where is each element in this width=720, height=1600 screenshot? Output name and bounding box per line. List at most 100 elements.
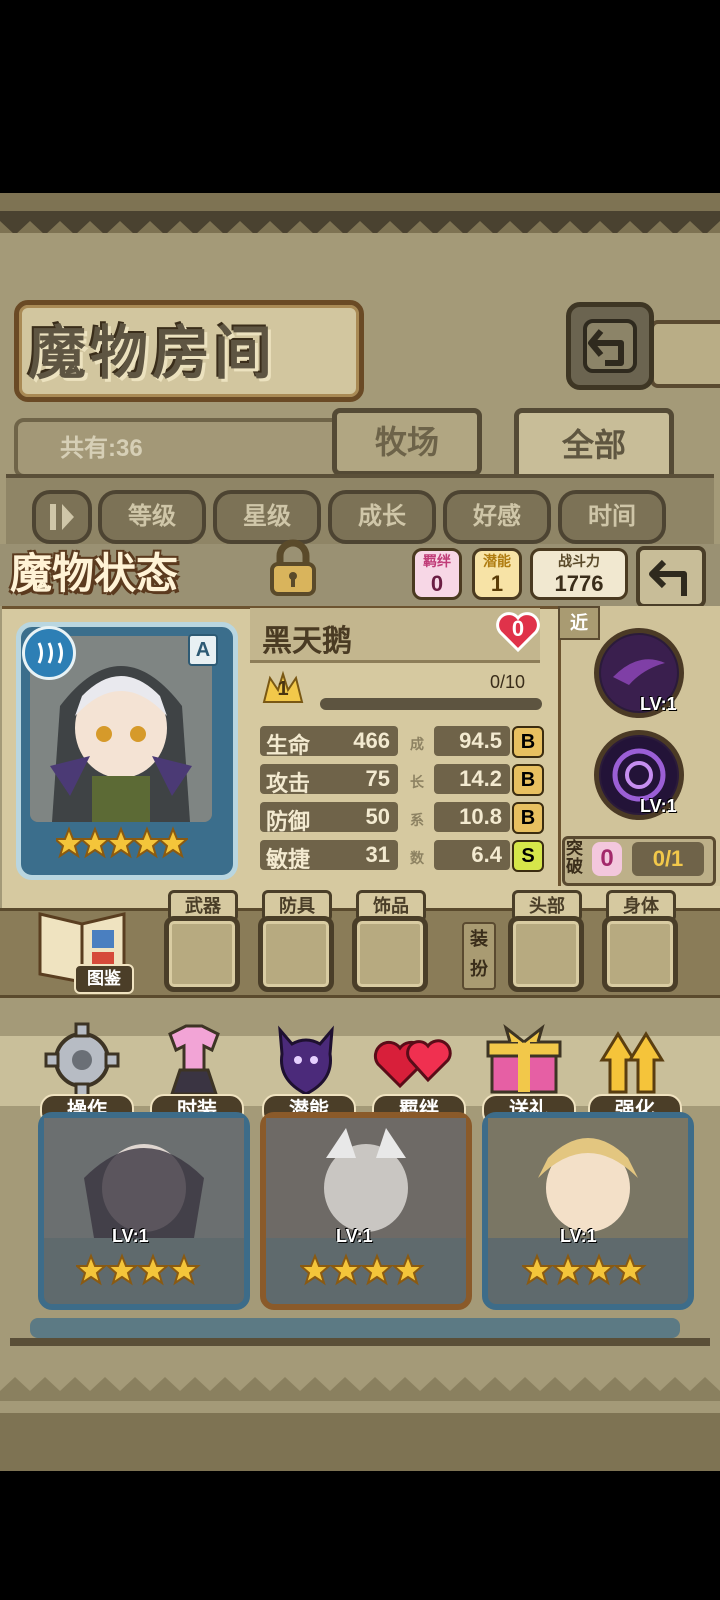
filter-level[interactable]: 等级 (98, 490, 206, 544)
status-back-button[interactable] (636, 546, 706, 608)
growth-def-value: 10.8 (459, 804, 502, 829)
monster-card-2-stars (300, 1253, 425, 1286)
monster-card-3-stars (522, 1253, 647, 1286)
star-icon (156, 826, 188, 859)
water-element-icon (37, 642, 63, 664)
body-slot[interactable] (602, 916, 678, 992)
monster-portrait (488, 1118, 688, 1238)
growth-agi-value: 6.4 (471, 842, 502, 867)
affection-heart: 0 (494, 608, 542, 654)
sort-order-button[interactable] (32, 490, 92, 544)
break-progress: 0/1 (632, 842, 704, 876)
potential-badge: 潜能 1 (472, 548, 522, 600)
status-banner: 魔物状态 (10, 549, 179, 598)
tab-all[interactable]: 全部 (514, 408, 674, 482)
outfit-icon (168, 1024, 220, 1096)
accessory-slot[interactable] (352, 916, 428, 992)
return-arrow-icon (649, 559, 687, 596)
growth-vertical-2: 长 (410, 774, 424, 790)
filter-affection[interactable]: 好感 (443, 490, 551, 544)
star-icon (551, 1253, 585, 1286)
potential-value: 1 (490, 571, 504, 596)
affection-value: 0 (511, 616, 525, 641)
stat-atk-value: 75 (365, 766, 390, 791)
filter-stars[interactable]: 星级 (213, 490, 321, 544)
sort-icon (50, 504, 74, 530)
return-arrow-icon (583, 319, 637, 373)
range-tag: 近 (558, 606, 600, 640)
stat-hp-value: 466 (353, 728, 390, 753)
encyclopedia-label: 图鉴 (74, 964, 134, 994)
star-icon (76, 1253, 108, 1286)
monster-star-rating (56, 826, 188, 859)
weapon-slot[interactable] (164, 916, 240, 992)
monster-name: 黑天鹅 (262, 624, 352, 659)
monster-card-2-level: LV:1 (336, 1226, 373, 1246)
power-value: 1776 (554, 571, 604, 596)
monster-count: 共有:36 (60, 435, 143, 462)
stat-def-value: 50 (365, 804, 390, 829)
star-icon (329, 1253, 363, 1286)
power-label: 战斗力 (558, 553, 600, 569)
growth-vertical-1: 成 (410, 736, 424, 752)
head-slot[interactable] (508, 916, 584, 992)
bond-label: 羁绊 (423, 553, 451, 569)
power-badge: 战斗力 1776 (530, 548, 628, 600)
filter-time[interactable]: 时间 (558, 490, 666, 544)
monster-card-1-level: LV:1 (112, 1226, 149, 1246)
monster-card-1-stars (76, 1253, 201, 1286)
hearts-icon (373, 1039, 452, 1089)
growth-vertical-4: 数 (410, 850, 424, 866)
tab-ranch[interactable]: 牧场 (332, 408, 482, 476)
star-icon (391, 1253, 425, 1286)
star-icon (136, 1253, 170, 1286)
growth-vertical-3: 系 (410, 812, 424, 828)
element-badge (22, 626, 76, 680)
growth-atk-value: 14.2 (459, 766, 502, 791)
exp-text: 0/10 (490, 672, 526, 692)
gear-icon (44, 1022, 120, 1098)
filter-growth[interactable]: 成长 (328, 490, 436, 544)
star-icon (613, 1253, 647, 1286)
skill-1-level: LV:1 (640, 694, 677, 714)
side-strip (650, 320, 720, 388)
potential-label: 潜能 (483, 553, 511, 569)
star-icon (167, 1253, 201, 1286)
demon-icon (278, 1025, 334, 1096)
star-icon (130, 826, 164, 859)
star-icon (522, 1253, 554, 1286)
bottom-zigzag-border (0, 1377, 720, 1401)
star-icon (300, 1253, 332, 1286)
bond-badge: 羁绊 0 (412, 548, 462, 600)
star-icon (582, 1253, 616, 1286)
rank-badge: A (188, 634, 218, 666)
break-value: 0 (592, 842, 622, 876)
lock-button[interactable] (262, 538, 324, 600)
grade-atk: B (512, 764, 544, 796)
star-icon (105, 1253, 139, 1286)
star-icon (104, 826, 138, 859)
armor-slot[interactable] (258, 916, 334, 992)
grade-agi: S (512, 840, 544, 872)
bond-value: 0 (430, 571, 444, 596)
break-label: 突破 (566, 839, 583, 876)
grade-hp: B (512, 726, 544, 758)
page-title: 魔物房间 (28, 319, 277, 387)
list-bottom-border (10, 1338, 710, 1346)
exp-bar (320, 698, 542, 710)
back-button[interactable] (566, 302, 654, 390)
grade-def: B (512, 802, 544, 834)
lock-icon (270, 539, 316, 596)
next-row-preview (30, 1318, 680, 1338)
star-icon (360, 1253, 394, 1286)
arrow-up-icon (599, 1031, 665, 1094)
stat-agi-value: 31 (365, 842, 390, 867)
level-badge: 1 (262, 670, 304, 706)
gift-icon (486, 1023, 562, 1094)
monster-portrait (44, 1118, 244, 1238)
level-value: 1 (277, 678, 289, 700)
star-icon (78, 826, 112, 859)
monster-card-3-level: LV:1 (560, 1226, 597, 1246)
skill-2-level: LV:1 (640, 796, 677, 816)
star-icon (56, 826, 86, 859)
